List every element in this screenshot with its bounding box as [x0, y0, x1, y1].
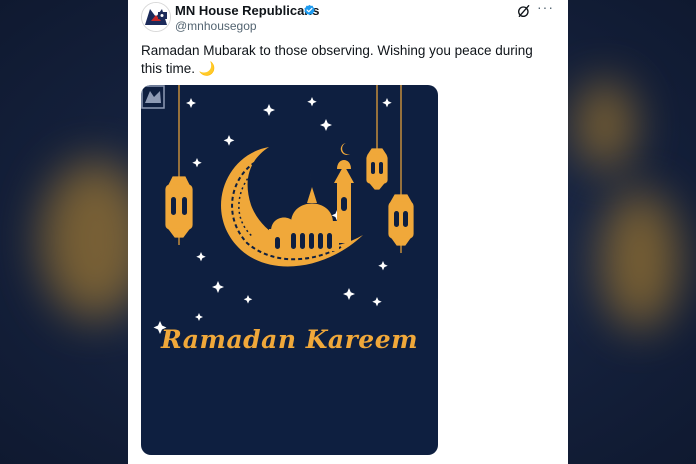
- ramadan-illustration: [153, 85, 414, 334]
- watermark-logo-icon: [141, 85, 165, 109]
- more-options-icon[interactable]: ···: [537, 0, 554, 15]
- grok-icon[interactable]: [516, 3, 532, 19]
- tweet-card: MN House Republicans @mnhousegop ··· Ram…: [128, 0, 568, 464]
- mosque-icon: [269, 143, 354, 251]
- blurred-lantern-right: [600, 190, 680, 330]
- tweet-image[interactable]: Ramadan Kareem: [141, 85, 438, 455]
- avatar[interactable]: [141, 2, 171, 32]
- ramadan-kareem-heading: Ramadan Kareem: [160, 325, 419, 354]
- blurred-lantern-right-top: [575, 80, 635, 170]
- mn-logo-icon: [142, 3, 170, 31]
- tweet-text: Ramadan Mubarak to those observing. Wish…: [141, 43, 533, 76]
- verified-badge-icon: [304, 4, 315, 16]
- user-handle[interactable]: @mnhousegop: [175, 19, 257, 33]
- display-name[interactable]: MN House Republicans: [175, 3, 319, 18]
